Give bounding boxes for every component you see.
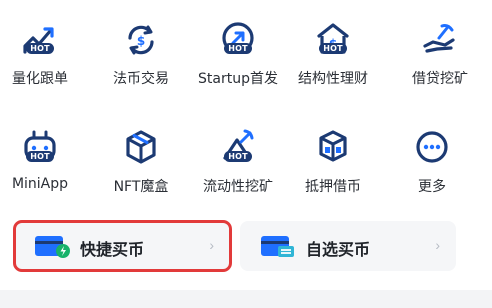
feature-label: 更多 [418,179,446,195]
feature-label: 借贷挖矿 [412,71,468,87]
quick-buy-label: 快捷买币 [80,240,145,259]
feature-lending-mining[interactable]: 借贷挖矿 [392,10,488,90]
chevron-right-icon: › [209,237,214,253]
feature-label: 量化跟单 [12,71,68,87]
pickaxe-icon [215,126,261,170]
feature-quant-copy[interactable]: HOT 量化跟单 [0,10,88,90]
feature-label: Startup首发 [198,71,278,87]
feature-liquidity-mining[interactable]: HOT 流动性挖矿 [190,118,286,198]
feature-startup[interactable]: HOT Startup首发 [190,10,286,90]
feature-label: 法币交易 [113,71,169,87]
feature-label: 抵押借币 [305,179,361,195]
card-equal-icon [260,233,296,259]
feature-label: NFT魔盒 [113,179,169,195]
feature-fiat-trade[interactable]: $ 法币交易 [93,10,189,90]
feature-row-1: HOT 量化跟单 $ 法币交易 HOT Startup首发 HOT 结构性理财 … [0,10,492,90]
self-buy-button[interactable]: 自选买币 › [240,221,456,271]
feature-label: 结构性理财 [298,71,368,87]
feature-row-2: HOT MiniApp NFT魔盒 HOT 流动性挖矿 抵押借币 更多 [0,118,492,198]
bank-dollar-icon: $ [310,18,356,62]
svg-text:$: $ [137,34,145,48]
chart-trend-icon [17,18,63,62]
feature-label: 流动性挖矿 [203,179,273,195]
cube-box-icon [118,126,164,170]
feature-more[interactable]: 更多 [384,118,480,198]
hot-badge: HOT [224,43,252,54]
dollar-exchange-icon: $ [118,18,164,62]
hot-badge: HOT [319,43,347,54]
hand-pickaxe-icon [417,18,463,62]
self-buy-label: 自选买币 [306,240,371,259]
feature-miniapp[interactable]: HOT MiniApp [0,118,88,198]
stacked-cubes-icon [310,126,356,170]
card-lightning-icon [34,233,70,259]
gamepad-icon [17,126,63,170]
feature-nft-box[interactable]: NFT魔盒 [93,118,189,198]
hot-badge: HOT [224,151,252,162]
more-dots-icon [409,126,455,170]
hot-badge: HOT [26,151,54,162]
bottom-divider [0,290,492,308]
feature-collateral-loan[interactable]: 抵押借币 [285,118,381,198]
chevron-right-icon: › [435,237,440,253]
hot-badge: HOT [26,43,54,54]
launch-arrow-icon [215,18,261,62]
feature-structured-finance[interactable]: $ HOT 结构性理财 [285,10,381,90]
feature-label: MiniApp [11,176,69,192]
quick-buy-button[interactable]: 快捷买币 › [14,221,230,271]
